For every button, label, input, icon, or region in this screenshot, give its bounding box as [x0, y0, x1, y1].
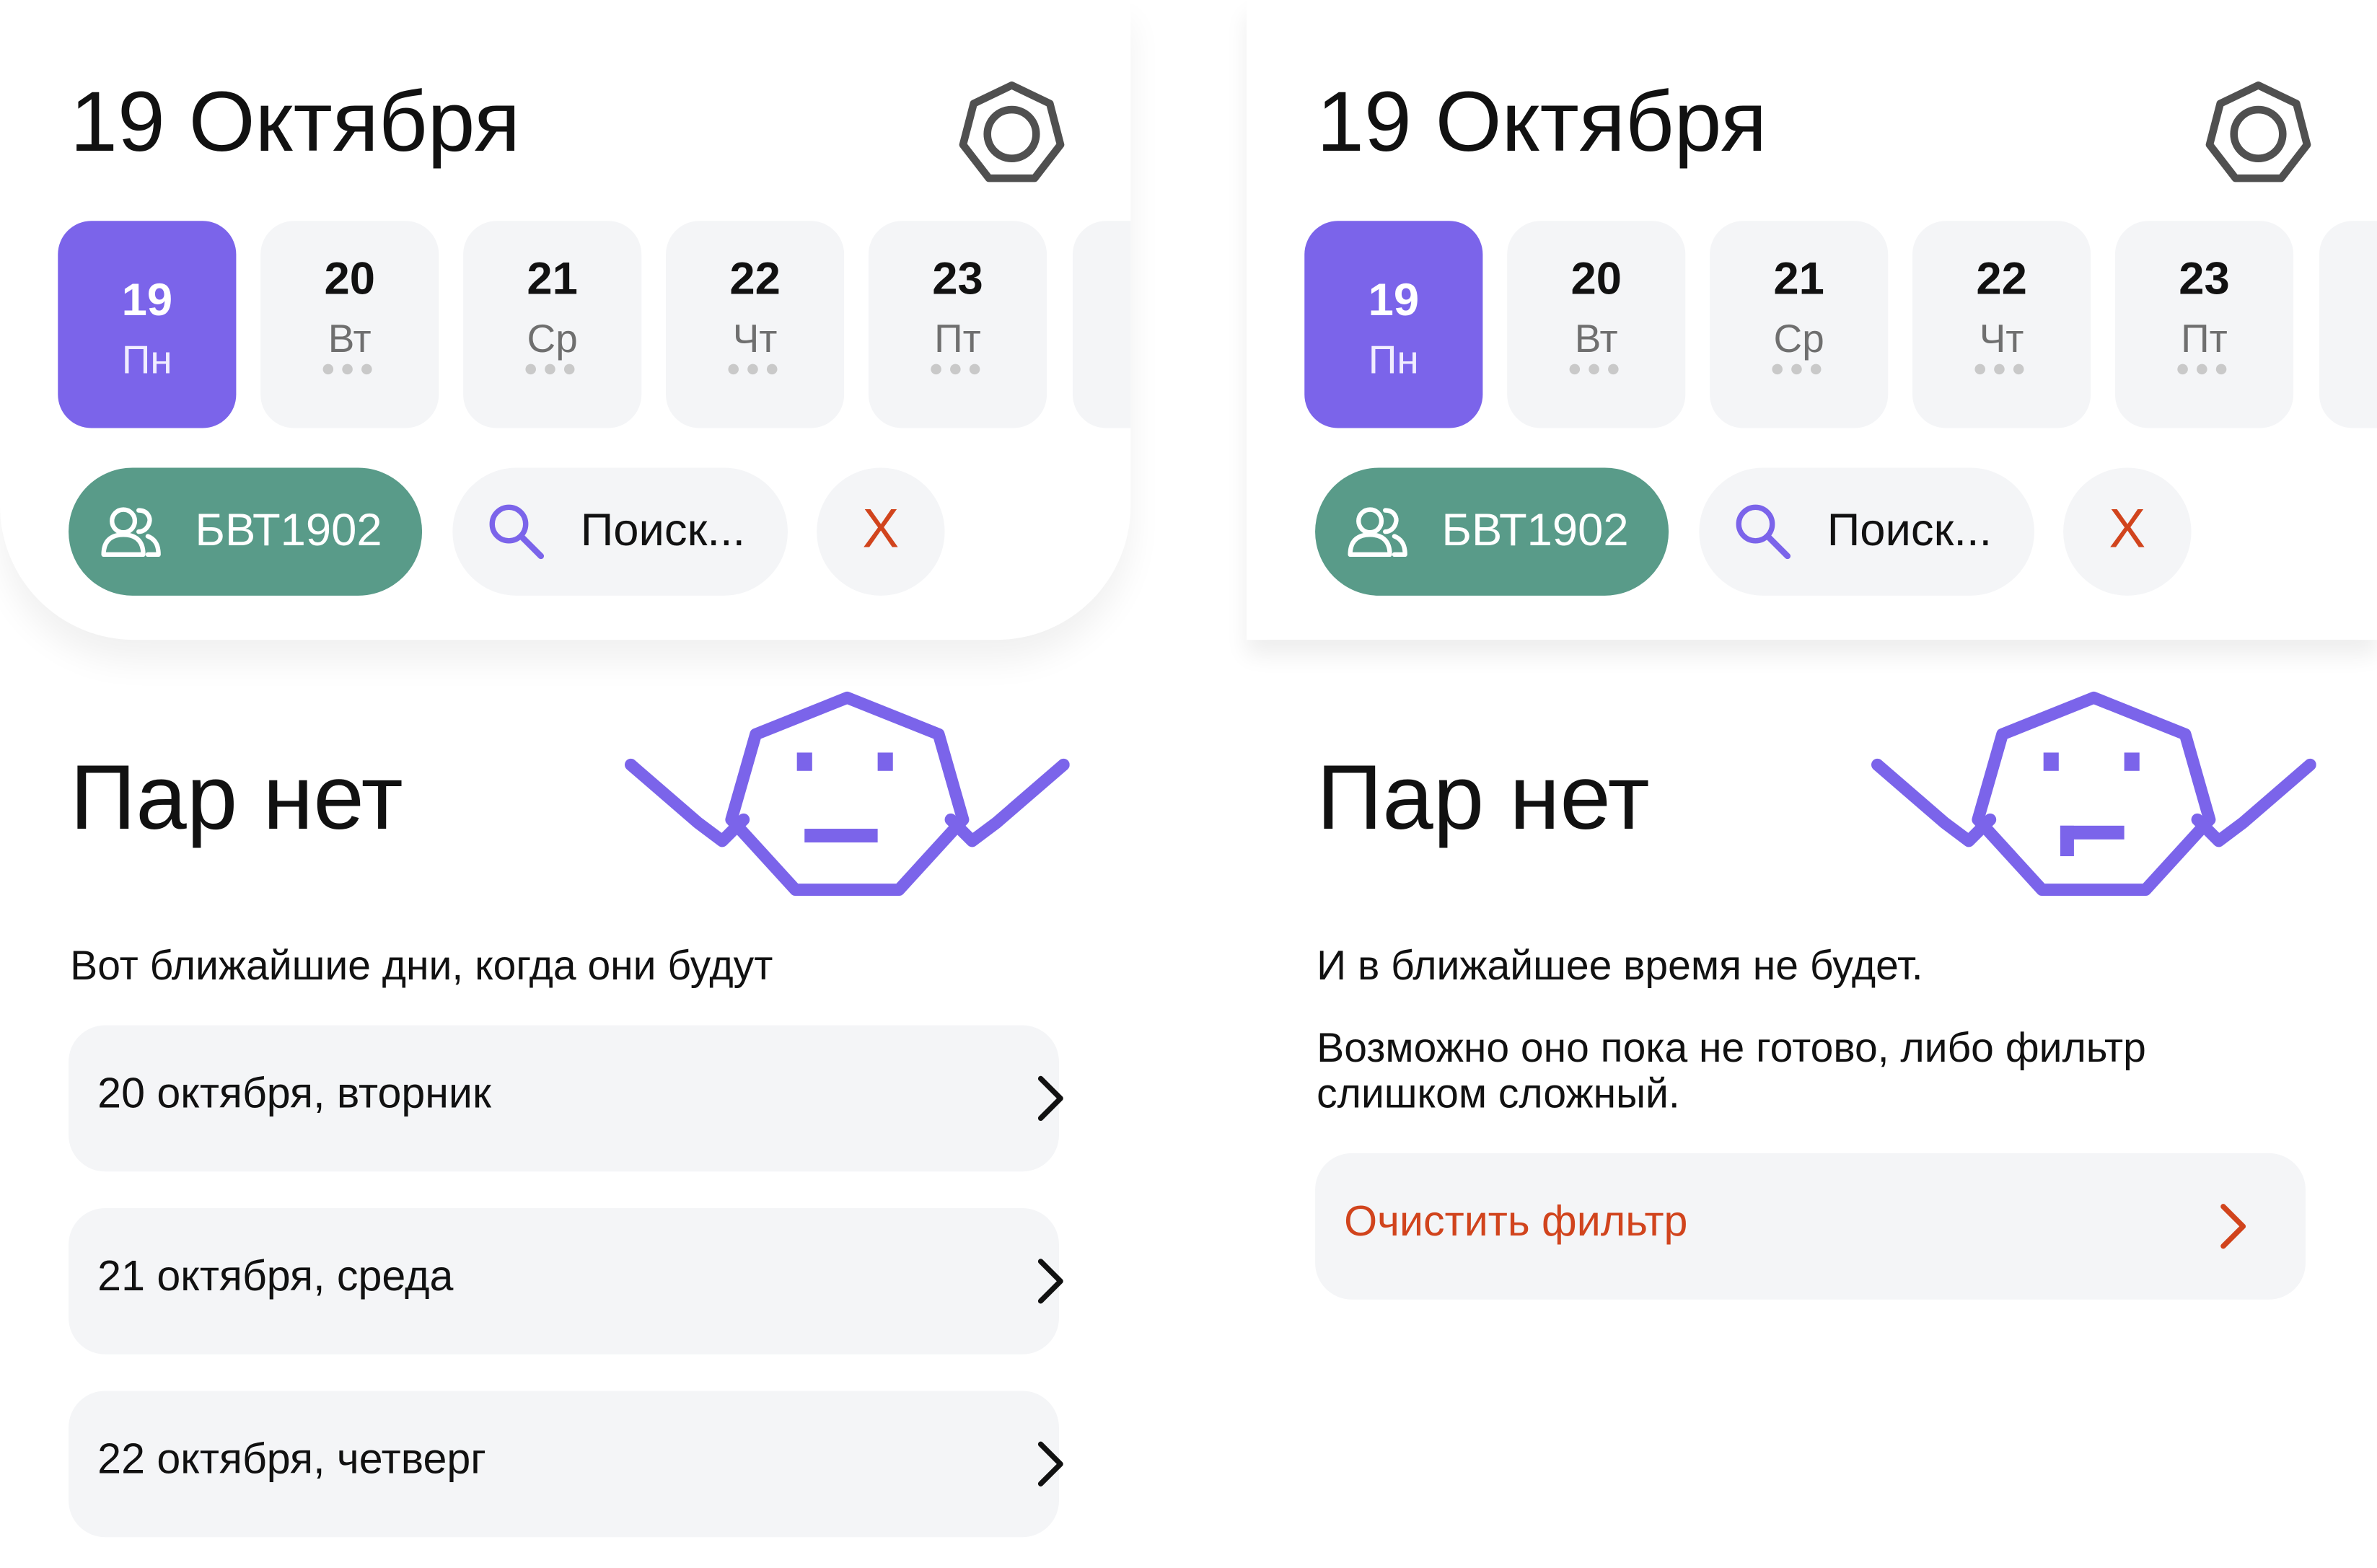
day-weekday: Вт	[1574, 315, 1618, 361]
day-weekday: Пн	[1368, 336, 1419, 383]
heptagon-settings-icon	[2205, 82, 2311, 182]
date-title: 19 Октября	[1316, 73, 1767, 169]
day-weekday: Пт	[934, 315, 981, 361]
people-icon	[101, 507, 161, 558]
chevron-right-icon	[1037, 1259, 1063, 1304]
clear-filter-card[interactable]: Очистить фильтр	[1314, 1153, 2306, 1300]
chevron-right-icon	[1037, 1441, 1063, 1486]
day-number: 23	[2179, 254, 2230, 305]
day-weekday: Ср	[527, 315, 578, 361]
clear-filter-label: Очистить фильтр	[1343, 1197, 1688, 1245]
day-chip-19[interactable]: 19 Пн	[1304, 221, 1483, 428]
day-number: 19	[1368, 276, 1419, 327]
screen-clear-filter: 19 Октября 19 Пн 20 Вт ●●● 21 Ср ●●● 22 …	[1246, 0, 2377, 1560]
empty-title: Пар нет	[70, 746, 403, 849]
search-icon	[489, 504, 545, 560]
group-filter-label: БВТ1902	[1441, 506, 1629, 556]
close-icon: X	[862, 496, 900, 560]
settings-button[interactable]	[957, 79, 1066, 189]
day-dots: ●●●	[523, 356, 581, 383]
schedule-header: 19 Октября 19 Пн 20 Вт ●●● 21 Ср ●●● 22 …	[0, 0, 1131, 640]
day-number: 21	[1773, 254, 1824, 305]
search-chip[interactable]: Поиск...	[452, 467, 788, 596]
day-chip-21[interactable]: 21 Ср ●●●	[1709, 221, 1889, 428]
day-chip-19[interactable]: 19 Пн	[58, 221, 237, 428]
day-chip-23[interactable]: 23 Пт ●●●	[2114, 221, 2293, 428]
day-number: 22	[729, 254, 781, 305]
upcoming-day-label: 21 октября, среда	[97, 1252, 454, 1300]
empty-message: И в ближайшее время не будет.	[1316, 943, 1923, 989]
day-dots: ●●●	[928, 356, 987, 383]
day-chip-22[interactable]: 22 Чт ●●●	[1912, 221, 2091, 428]
people-icon	[1348, 507, 1407, 558]
day-number: 21	[527, 254, 578, 305]
upcoming-day-label: 22 октября, четверг	[97, 1435, 486, 1483]
schedule-header: 19 Октября 19 Пн 20 Вт ●●● 21 Ср ●●● 22 …	[1246, 0, 2377, 640]
settings-button[interactable]	[2203, 79, 2313, 189]
day-dots: ●●●	[1972, 356, 2031, 383]
day-weekday: Чт	[732, 315, 778, 361]
day-dots: ●●●	[1567, 356, 1625, 383]
day-weekday: Пт	[2180, 315, 2228, 361]
upcoming-day-label: 20 октября, вторник	[97, 1069, 491, 1117]
neutral-face-icon	[625, 691, 1070, 896]
empty-hint-line-2: слишком сложный.	[1316, 1070, 1680, 1117]
day-weekday: Пн	[121, 336, 172, 383]
group-filter-chip[interactable]: БВТ1902	[1314, 467, 1669, 596]
day-dots: ●●●	[726, 356, 784, 383]
empty-title: Пар нет	[1316, 746, 1650, 849]
heptagon-settings-icon	[959, 82, 1065, 182]
group-filter-label: БВТ1902	[195, 506, 382, 556]
search-label: Поиск...	[1827, 506, 1992, 556]
day-chip-20[interactable]: 20 Вт ●●●	[1506, 221, 1686, 428]
day-number: 20	[1570, 254, 1622, 305]
day-chip-next[interactable]	[2319, 221, 2377, 428]
upcoming-day-card[interactable]: 20 октября, вторник	[69, 1025, 1063, 1172]
day-number: 19	[121, 276, 173, 327]
upcoming-day-card[interactable]: 21 октября, среда	[69, 1207, 1063, 1355]
day-chip-21[interactable]: 21 Ср ●●●	[463, 221, 642, 428]
day-chip-20[interactable]: 20 Вт ●●●	[260, 221, 439, 428]
day-weekday: Вт	[328, 315, 372, 361]
clear-filter-button[interactable]: X	[2062, 467, 2192, 596]
date-title: 19 Октября	[70, 73, 521, 169]
confused-face-icon	[1871, 691, 2316, 896]
empty-hint-line-1: Возможно оно пока не готово, либо фильтр	[1316, 1025, 2146, 1071]
day-dots: ●●●	[320, 356, 379, 383]
day-weekday: Ср	[1773, 315, 1824, 361]
search-label: Поиск...	[580, 506, 746, 556]
day-chip-22[interactable]: 22 Чт ●●●	[666, 221, 845, 428]
day-number: 22	[1976, 254, 2027, 305]
screen-upcoming-days: 19 Октября 19 Пн 20 Вт ●●● 21 Ср ●●● 22 …	[0, 0, 1131, 1560]
day-chip-next[interactable]	[1072, 221, 1131, 428]
chevron-right-icon	[2220, 1204, 2246, 1249]
day-number: 23	[932, 254, 983, 305]
close-icon: X	[2109, 496, 2145, 560]
upcoming-day-card[interactable]: 22 октября, четверг	[69, 1391, 1063, 1538]
day-dots: ●●●	[2175, 356, 2233, 383]
search-icon	[1736, 504, 1791, 560]
clear-filter-button[interactable]: X	[817, 467, 945, 596]
day-chip-23[interactable]: 23 Пт ●●●	[868, 221, 1047, 428]
search-chip[interactable]: Поиск...	[1699, 467, 2034, 596]
day-weekday: Чт	[1979, 315, 2024, 361]
upcoming-subtitle: Вот ближайшие дни, когда они будут	[70, 943, 773, 989]
chevron-right-icon	[1037, 1075, 1063, 1122]
day-number: 20	[324, 254, 375, 305]
day-dots: ●●●	[1770, 356, 1828, 383]
group-filter-chip[interactable]: БВТ1902	[69, 467, 423, 596]
